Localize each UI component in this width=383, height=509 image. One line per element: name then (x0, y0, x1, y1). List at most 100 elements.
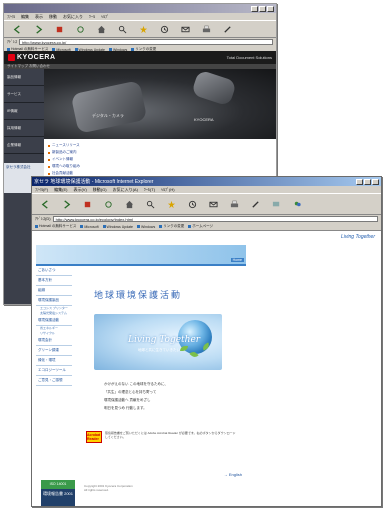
menu-view[interactable]: 表示(V) (73, 187, 86, 193)
history-button[interactable] (155, 23, 174, 36)
history-button[interactable] (183, 198, 202, 211)
message-line: 環境保護活動へ 貢献をめざし (104, 398, 151, 402)
close-button[interactable] (267, 5, 274, 12)
news-item[interactable]: イベント情報 (48, 156, 272, 163)
messenger-icon (294, 201, 301, 206)
nav-item[interactable]: 環境保護製品 (36, 296, 72, 306)
link-item[interactable]: リンクの変更 (159, 224, 184, 229)
home-button[interactable] (92, 23, 111, 36)
brand-name: KYOCERA (17, 54, 56, 61)
maximize-button[interactable] (259, 5, 266, 12)
nav-item[interactable]: IR情報 (4, 103, 44, 120)
link-item[interactable]: Windows (137, 225, 155, 229)
pencil-icon (224, 25, 231, 33)
minimize-button[interactable] (251, 5, 258, 12)
menu-favorites[interactable]: お気に入り (63, 14, 83, 20)
refresh-button[interactable] (71, 23, 90, 36)
nav-item[interactable]: 緑化・環境 (36, 356, 72, 366)
discuss-button[interactable] (267, 198, 286, 211)
link-item[interactable]: Hotmail の無料サービス (35, 224, 76, 229)
nav-item[interactable]: サービス (4, 86, 44, 103)
search-button[interactable] (141, 198, 160, 211)
nav-item[interactable]: 採用情報 (4, 120, 44, 137)
stop-button[interactable] (50, 23, 69, 36)
acrobat-reader-icon[interactable]: Acrobat Reader (86, 431, 102, 443)
menu-file[interactable]: ﾌｧｲﾙ(F) (35, 187, 48, 193)
messenger-button[interactable] (288, 198, 307, 211)
print-button[interactable] (225, 198, 244, 211)
link-item[interactable]: ホームページ (188, 224, 213, 229)
close-button[interactable] (372, 178, 379, 185)
hero-image[interactable]: デジタル・カメラ KYOCERA (44, 69, 276, 139)
nav-item[interactable]: エコロジーツール (36, 366, 72, 376)
favorites-button[interactable] (134, 23, 153, 36)
nav-item[interactable]: 環境保護活動 (36, 316, 72, 326)
iso-badge[interactable]: ISO 14001 環境報告書 2001 (41, 480, 75, 506)
star-icon (139, 25, 148, 33)
browser-window-front[interactable]: 京セラ 地球環境保護活動 - Microsoft Internet Explor… (31, 176, 382, 507)
favorites-button[interactable] (162, 198, 181, 211)
nav-item[interactable]: 基本方針 (36, 276, 72, 286)
menu-go[interactable]: 移動 (49, 14, 57, 20)
menu-view[interactable]: 表示 (35, 14, 43, 20)
copyright-line: All rights reserved. (84, 488, 109, 492)
news-item[interactable]: 新製品のご案内 (48, 149, 272, 156)
forward-button[interactable] (57, 198, 76, 211)
menu-tools[interactable]: ﾂｰﾙ (89, 14, 95, 20)
back-button[interactable] (8, 23, 27, 36)
edit-button[interactable] (218, 23, 237, 36)
address-input[interactable]: http://www.kyocera.co.jp/ (19, 39, 273, 45)
nav-item[interactable]: 企業情報 (4, 137, 44, 154)
back-button[interactable] (36, 198, 55, 211)
menu-favorites[interactable]: お気に入り(A) (113, 187, 138, 193)
nav-item[interactable]: 製品情報 (4, 69, 44, 86)
print-button[interactable] (197, 23, 216, 36)
mail-button[interactable] (176, 23, 195, 36)
refresh-icon (77, 25, 84, 33)
menu-tools[interactable]: ﾂｰﾙ(T) (144, 187, 155, 193)
title-bar[interactable] (4, 4, 276, 13)
nav-item[interactable]: グリーン調達 (36, 346, 72, 356)
menu-file[interactable]: ﾌｧｲﾙ (7, 14, 15, 20)
link-item[interactable]: Microsoft (80, 225, 98, 229)
site-banner: Home (36, 245, 246, 266)
refresh-button[interactable] (99, 198, 118, 211)
menu-edit[interactable]: 編集(E) (54, 187, 67, 193)
visual-subtext: 地球と共に生きていきたい (138, 348, 180, 352)
title-bar[interactable]: 京セラ 地球環境保護活動 - Microsoft Internet Explor… (32, 177, 381, 186)
menu-go[interactable]: 移動(G) (93, 187, 107, 193)
news-item[interactable]: ニュースリリース (48, 142, 272, 149)
nav-item[interactable]: ご意見・ご感想 (36, 376, 72, 386)
home-button[interactable] (120, 198, 139, 211)
search-button[interactable] (113, 23, 132, 36)
forward-button[interactable] (29, 23, 48, 36)
menu-help[interactable]: ﾍﾙﾌﾟ (101, 14, 109, 20)
discuss-icon (272, 201, 280, 206)
menu-help[interactable]: ﾍﾙﾌﾟ(H) (161, 187, 175, 193)
left-navigation: ごあいさつ 基本方針 組織 環境保護製品 エコシス プリンター 太陽光発電システ… (36, 266, 75, 506)
stop-button[interactable] (78, 198, 97, 211)
refresh-icon (105, 200, 112, 208)
mail-button[interactable] (204, 198, 223, 211)
header-tagline: Total Document Solutions (226, 55, 272, 60)
menu-edit[interactable]: 編集 (21, 14, 29, 20)
nav-item[interactable]: ごあいさつ (36, 266, 72, 276)
main-content: 地球環境保護活動 Living Together 地球と共に生きていきたい かけ… (74, 266, 246, 506)
history-icon (160, 25, 169, 33)
address-input[interactable]: http://www.kyocera.co.jp/ecology/index.h… (52, 216, 378, 222)
address-label: ｱﾄﾞﾚｽ (7, 39, 17, 44)
camera-product-image (190, 69, 238, 107)
edit-button[interactable] (246, 198, 265, 211)
nav-item[interactable]: 環境会計 (36, 336, 72, 346)
maximize-button[interactable] (364, 178, 371, 185)
english-link[interactable]: → English (224, 472, 242, 477)
link-item[interactable]: Windows Update (103, 225, 133, 229)
nav-item[interactable]: 組織 (36, 286, 72, 296)
top-strip: Living Together (32, 232, 381, 245)
camera-product-image (70, 80, 148, 134)
minimize-button[interactable] (356, 178, 363, 185)
home-link[interactable]: Home (230, 258, 244, 262)
kyocera-logo[interactable]: KYOCERA (8, 54, 56, 61)
search-icon (146, 200, 155, 208)
news-item[interactable]: 環境への取り組み (48, 163, 272, 170)
